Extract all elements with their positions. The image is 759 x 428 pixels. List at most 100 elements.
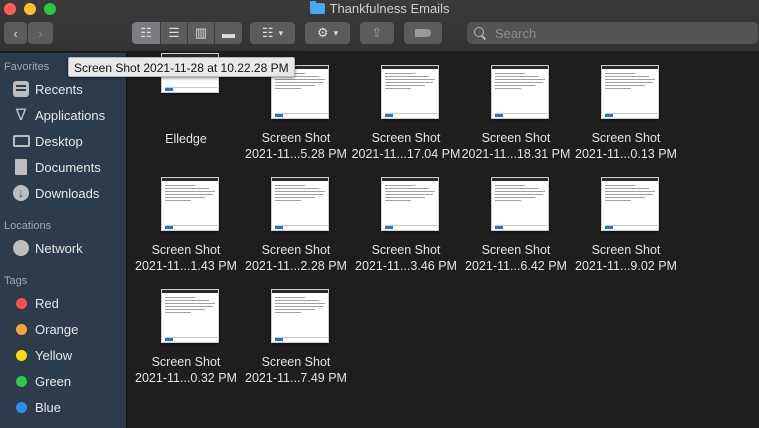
share-button[interactable]: ⇪ <box>360 22 394 44</box>
blue-tag-dot-icon <box>16 401 27 413</box>
file-name: Screen Shot 2021-11...17.04 PM <box>351 130 461 162</box>
sidebar-item-tag-green[interactable]: Green <box>0 370 127 392</box>
locations-header: Locations <box>4 220 52 232</box>
file-item[interactable]: Screen Shot 2021-11...3.46 PM <box>351 165 461 273</box>
tags-header: Tags <box>4 275 28 287</box>
file-name-line1: Screen Shot <box>591 131 661 145</box>
file-name: Elledge <box>131 131 241 147</box>
network-icon <box>12 239 30 257</box>
sidebar-item-documents[interactable]: Documents <box>0 156 127 178</box>
forward-button[interactable]: › <box>28 22 53 44</box>
file-name-line2: 2021-11...7.49 PM <box>245 371 347 385</box>
screenshot-thumbnail <box>161 177 219 231</box>
file-item[interactable]: Screen Shot 2021-11...0.13 PM <box>571 53 681 161</box>
file-name: Screen Shot 2021-11...3.46 PM <box>351 242 461 274</box>
file-name-line2: 2021-11...1.43 PM <box>135 259 237 273</box>
file-name-line1: Screen Shot <box>371 131 441 145</box>
list-view-icon: ☰ <box>168 25 180 40</box>
file-name-line1: Elledge <box>165 132 207 146</box>
share-icon: ⇪ <box>371 25 383 40</box>
back-button[interactable]: ‹ <box>4 22 27 44</box>
gear-icon: ⚙ <box>316 25 329 40</box>
desktop-icon <box>12 132 30 150</box>
tag-button[interactable] <box>404 22 442 44</box>
file-name-line1: Screen Shot <box>481 131 551 145</box>
sidebar-item-label: Documents <box>35 159 101 175</box>
chevron-right-icon: › <box>38 25 43 41</box>
file-item[interactable]: Screen Shot 2021-11...6.42 PM <box>461 165 571 273</box>
icon-view-icon: ☷ <box>140 25 152 40</box>
file-item[interactable]: Screen Shot 2021-11...18.31 PM <box>461 53 571 161</box>
sidebar-item-tag-red[interactable]: Red <box>0 292 127 314</box>
group-by-button[interactable]: ☷ ▾ <box>250 22 295 44</box>
file-name: Screen Shot 2021-11...6.42 PM <box>461 242 571 274</box>
list-view-button[interactable]: ☰ <box>160 22 187 44</box>
documents-icon <box>12 158 30 176</box>
sidebar-item-applications[interactable]: ∇ Applications <box>0 104 127 126</box>
search-field[interactable]: Search <box>467 22 758 44</box>
sidebar-item-downloads[interactable]: ↓ Downloads <box>0 182 127 204</box>
yellow-tag-dot-icon <box>16 349 27 361</box>
screenshot-thumbnail <box>601 65 659 119</box>
file-item[interactable]: Screen Shot 2021-11...17.04 PM <box>351 53 461 161</box>
orange-tag-dot-icon <box>16 323 27 335</box>
file-name-line2: 2021-11...0.32 PM <box>135 371 237 385</box>
file-item[interactable]: Screen Shot 2021-11...9.02 PM <box>571 165 681 273</box>
gallery-view-button[interactable]: ▬ <box>214 22 242 44</box>
window-toolbar: Thankfulness Emails ‹ › ☷ ☰ ▥ ▬ ☷ ▾ ⚙ ▾ … <box>0 0 759 52</box>
sidebar-item-label: Green <box>35 373 72 389</box>
file-name-line2: 2021-11...6.42 PM <box>465 259 567 273</box>
green-tag-dot-icon <box>16 375 27 387</box>
file-name-line1: Screen Shot <box>151 243 221 257</box>
filename-tooltip: Screen Shot 2021-11-28 at 10.22.28 PM <box>68 57 295 77</box>
sidebar-item-network[interactable]: Network <box>0 237 127 259</box>
tag-icon <box>415 29 431 37</box>
folder-icon <box>309 1 325 14</box>
sidebar-item-label: Blue <box>35 399 62 415</box>
sidebar-item-label: Yellow <box>35 347 73 363</box>
search-placeholder: Search <box>495 25 537 41</box>
file-item[interactable]: Screen Shot 2021-11...7.49 PM <box>241 277 351 385</box>
file-name: Screen Shot 2021-11...5.28 PM <box>241 130 351 162</box>
recents-icon <box>12 80 30 98</box>
file-item[interactable]: Screen Shot 2021-11...2.28 PM <box>241 165 351 273</box>
sidebar-item-tag-orange[interactable]: Orange <box>0 318 127 340</box>
column-view-button[interactable]: ▥ <box>187 22 214 44</box>
file-name-line2: 2021-11...5.28 PM <box>245 147 347 161</box>
sidebar-item-recents[interactable]: Recents <box>0 78 127 100</box>
screenshot-thumbnail <box>491 177 549 231</box>
sidebar-item-tag-yellow[interactable]: Yellow <box>0 344 127 366</box>
file-name-line2: 2021-11...17.04 PM <box>351 147 461 161</box>
file-name-line1: Screen Shot <box>151 355 221 369</box>
sidebar-item-label: Recents <box>35 81 83 97</box>
group-by-icon: ☷ <box>261 25 274 40</box>
sidebar-item-desktop[interactable]: Desktop <box>0 130 127 152</box>
action-button[interactable]: ⚙ ▾ <box>305 22 350 44</box>
file-name: Screen Shot 2021-11...0.32 PM <box>131 354 241 386</box>
file-name-line2: 2021-11...0.13 PM <box>575 147 677 161</box>
screenshot-thumbnail <box>601 177 659 231</box>
sidebar-item-label: Applications <box>35 107 106 123</box>
window-title: Thankfulness Emails <box>0 0 759 18</box>
sidebar-item-label: Downloads <box>35 185 100 201</box>
sidebar-item-tag-blue[interactable]: Blue <box>0 396 127 418</box>
file-name-line1: Screen Shot <box>261 131 331 145</box>
sidebar-item-label: Network <box>35 240 83 256</box>
applications-icon: ∇ <box>15 107 27 124</box>
file-name-line1: Screen Shot <box>371 243 441 257</box>
sidebar: Favorites Recents ∇ Applications Desktop… <box>0 53 127 428</box>
gallery-view-icon: ▬ <box>222 25 235 41</box>
file-name: Screen Shot 2021-11...2.28 PM <box>241 242 351 274</box>
downloads-icon: ↓ <box>12 184 30 202</box>
file-name-line2: 2021-11...3.46 PM <box>355 259 457 273</box>
icon-view-button[interactable]: ☷ <box>132 22 160 44</box>
file-item[interactable]: Screen Shot 2021-11...0.32 PM <box>131 277 241 385</box>
red-tag-dot-icon <box>16 297 27 309</box>
file-item[interactable]: Screen Shot 2021-11...1.43 PM <box>131 165 241 273</box>
file-name-line1: Screen Shot <box>261 355 331 369</box>
file-name-line1: Screen Shot <box>591 243 661 257</box>
screenshot-thumbnail <box>161 289 219 343</box>
sidebar-item-label: Red <box>35 295 59 311</box>
chevron-down-icon: ▾ <box>278 27 284 38</box>
file-name: Screen Shot 2021-11...0.13 PM <box>571 130 681 162</box>
